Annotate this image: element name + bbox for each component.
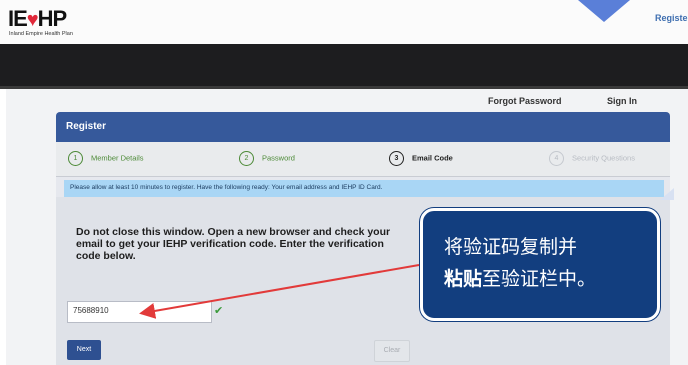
arrow-line (139, 264, 420, 319)
pointer-arrow (139, 264, 420, 319)
